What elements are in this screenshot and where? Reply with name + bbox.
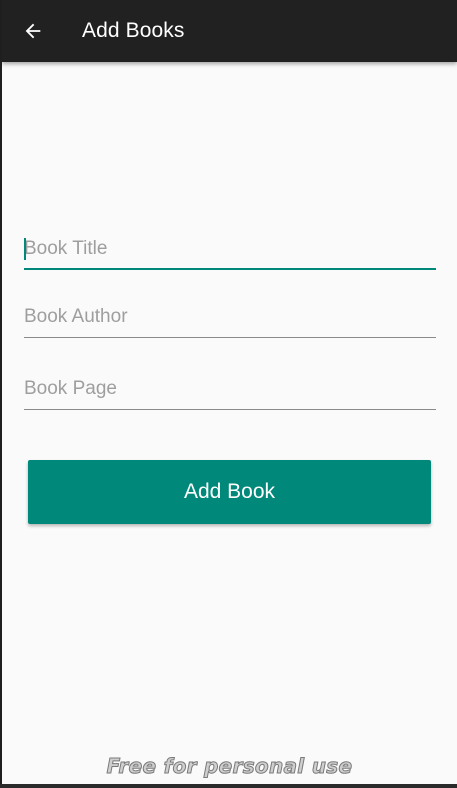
bottom-edge bbox=[0, 784, 457, 788]
book-page-field-container bbox=[24, 370, 436, 410]
book-page-underline bbox=[24, 409, 436, 410]
book-title-input[interactable] bbox=[24, 230, 436, 268]
book-author-underline bbox=[24, 337, 436, 338]
screen: Add Books Add Book Free for personal use bbox=[2, 0, 457, 784]
add-book-button[interactable]: Add Book bbox=[28, 460, 431, 524]
page-title: Add Books bbox=[82, 19, 185, 42]
text-cursor bbox=[24, 238, 26, 260]
arrow-back-icon bbox=[25, 23, 41, 39]
watermark: Free for personal use bbox=[106, 754, 353, 779]
book-title-underline bbox=[24, 268, 436, 270]
book-author-field-container bbox=[24, 298, 436, 338]
book-page-input[interactable] bbox=[24, 370, 436, 408]
book-author-input[interactable] bbox=[24, 298, 436, 336]
app-bar: Add Books bbox=[2, 0, 457, 62]
book-title-field-container bbox=[24, 230, 436, 270]
back-button[interactable] bbox=[18, 16, 48, 46]
